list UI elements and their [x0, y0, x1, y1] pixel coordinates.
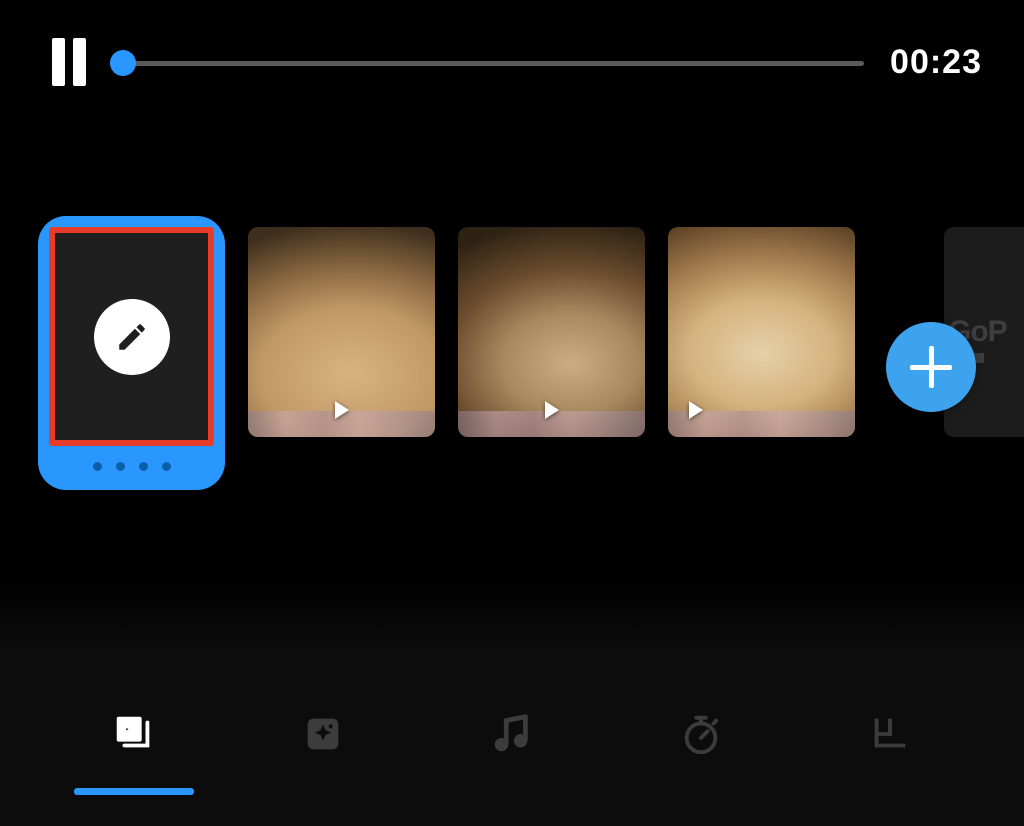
clip-thumbnail[interactable] [248, 227, 435, 437]
music-tab[interactable] [452, 711, 572, 757]
page-dot [116, 462, 125, 471]
add-clip-button[interactable] [886, 322, 976, 412]
active-indicator [74, 788, 194, 795]
sparkle-icon [300, 711, 346, 757]
pause-icon [73, 38, 86, 86]
page-dot [162, 462, 171, 471]
layout-icon [867, 711, 913, 757]
plus-icon [929, 346, 934, 388]
effects-tab[interactable] [263, 711, 383, 757]
play-icon [335, 401, 349, 419]
pause-icon [52, 38, 65, 86]
play-icon [545, 401, 559, 419]
layout-tab[interactable] [830, 711, 950, 757]
progress-slider[interactable] [112, 61, 864, 66]
play-icon [689, 401, 703, 419]
pause-button[interactable] [52, 38, 86, 86]
stopwatch-icon [678, 711, 724, 757]
page-dot [93, 462, 102, 471]
page-dots [49, 456, 214, 479]
clips-icon [111, 711, 157, 757]
bottom-nav [0, 646, 1024, 826]
clip-strip[interactable]: GoP [0, 216, 1024, 490]
time-label: 00:23 [890, 43, 982, 82]
pencil-icon [115, 320, 149, 354]
clip-thumbnail[interactable] [458, 227, 645, 437]
page-dot [139, 462, 148, 471]
title-card-highlight [49, 227, 214, 446]
music-icon [489, 711, 535, 757]
clips-tab[interactable] [74, 711, 194, 757]
edit-button[interactable] [94, 299, 170, 375]
progress-thumb[interactable] [110, 50, 136, 76]
clip-thumbnail[interactable] [668, 227, 855, 437]
player-bar: 00:23 [0, 0, 1024, 86]
title-card[interactable] [38, 216, 225, 490]
speed-tab[interactable] [641, 711, 761, 757]
